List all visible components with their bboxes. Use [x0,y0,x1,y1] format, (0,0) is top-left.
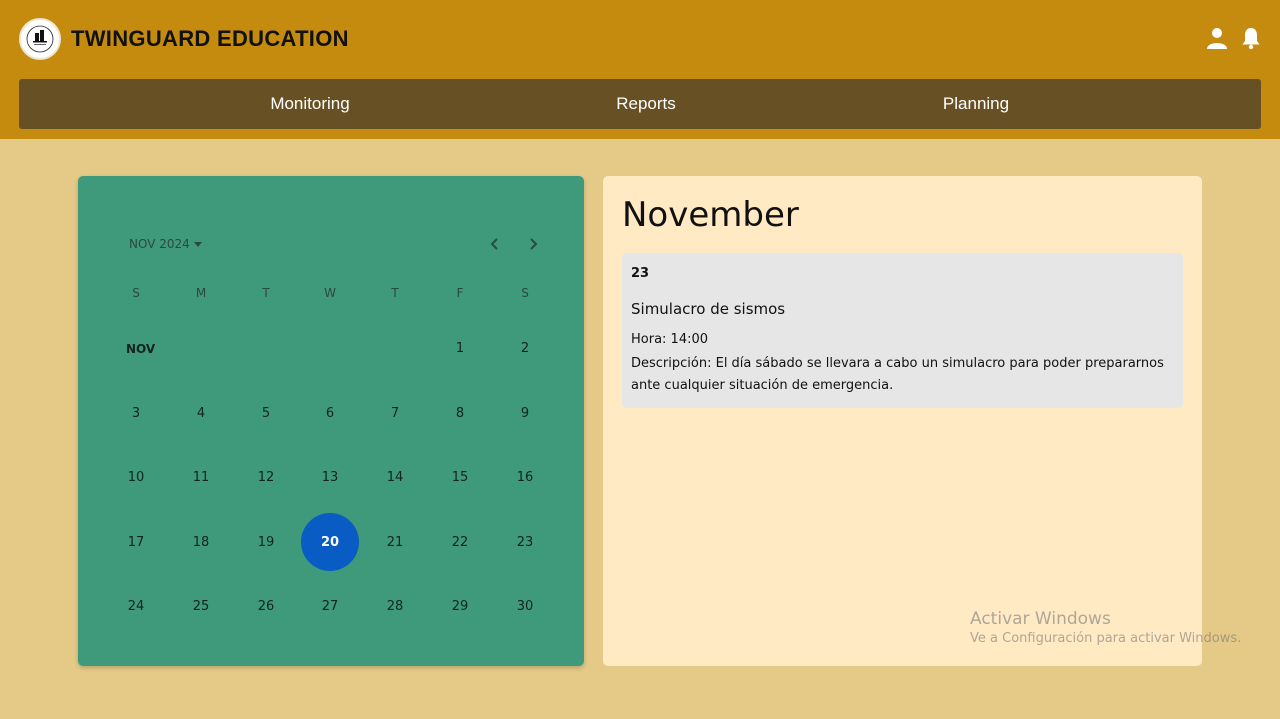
calendar-day[interactable]: 3 [107,384,165,442]
weekday-sat: S [521,286,529,300]
calendar-day[interactable]: 26 [237,577,295,635]
calendar-day[interactable]: 14 [366,448,424,506]
calendar-day[interactable]: 24 [107,577,165,635]
weekday-mon: M [195,286,207,300]
calendar-day[interactable]: 19 [237,513,295,571]
event-card[interactable]: 23 Simulacro de sismos Hora: 14:00 Descr… [622,253,1183,408]
calendar-day[interactable]: 25 [172,577,230,635]
bell-icon[interactable] [1239,26,1263,50]
building-logo-icon[interactable] [19,18,61,60]
nav-planning[interactable]: Planning [943,94,1009,114]
weekday-fri: F [456,286,464,300]
user-icon[interactable] [1205,26,1229,50]
chevron-left-icon [490,238,498,250]
calendar-day[interactable]: 22 [431,513,489,571]
nav-monitoring[interactable]: Monitoring [270,94,349,114]
weekday-thu: T [391,286,399,300]
calendar-widget: NOV 2024 S M T W T F S NOV 1 2 3 4 5 6 7 8 9 10 11… [78,176,584,666]
calendar-day[interactable]: 18 [172,513,230,571]
nav-reports[interactable]: Reports [616,94,676,114]
watermark-title: Activar Windows [970,609,1111,629]
month-year-selector[interactable]: NOV 2024 [129,237,202,251]
calendar-day[interactable]: 16 [496,448,554,506]
prev-month-button[interactable] [487,236,503,252]
calendar-day[interactable]: 8 [431,384,489,442]
weekday-tue: T [262,286,270,300]
top-header: TWINGUARD EDUCATION Monitoring Reports P… [0,0,1280,139]
caret-down-icon [193,241,202,247]
calendar-day[interactable]: 30 [496,577,554,635]
calendar-day[interactable]: 21 [366,513,424,571]
month-year-label: NOV 2024 [129,237,190,251]
calendar-day-selected[interactable]: 20 [301,513,359,571]
event-day: 23 [631,266,650,281]
calendar-day[interactable]: 28 [366,577,424,635]
event-title: Simulacro de sismos [631,300,786,318]
calendar-day[interactable]: 23 [496,513,554,571]
month-row-label: NOV [126,342,156,356]
event-description: Descripción: El día sábado se llevara a … [631,356,1164,393]
calendar-day[interactable]: 6 [301,384,359,442]
calendar-day[interactable]: 2 [496,319,554,377]
weekday-sun: S [132,286,140,300]
calendar-day[interactable]: 12 [237,448,295,506]
calendar-day[interactable]: 5 [237,384,295,442]
main-nav: Monitoring Reports Planning [19,79,1261,129]
next-month-button[interactable] [525,236,541,252]
brand-title: TWINGUARD EDUCATION [71,26,349,51]
events-panel: November 23 Simulacro de sismos Hora: 14… [603,176,1202,666]
calendar-day[interactable]: 29 [431,577,489,635]
event-time: Hora: 14:00 [631,332,709,347]
watermark-subtitle: Ve a Configuración para activar Windows. [970,631,1242,646]
calendar-day[interactable]: 1 [431,319,489,377]
calendar-day[interactable]: 15 [431,448,489,506]
calendar-day[interactable]: 27 [301,577,359,635]
calendar-day[interactable]: 7 [366,384,424,442]
calendar-day[interactable]: 13 [301,448,359,506]
calendar-day[interactable]: 9 [496,384,554,442]
calendar-day[interactable]: 4 [172,384,230,442]
calendar-day[interactable]: 17 [107,513,165,571]
calendar-day[interactable]: 10 [107,448,165,506]
windows-activation-watermark: Activar Windows Ve a Configuración para … [970,609,1241,646]
events-panel-title: November [622,195,799,235]
calendar-day[interactable]: 11 [172,448,230,506]
weekday-wed: W [324,286,336,300]
chevron-right-icon [530,238,538,250]
